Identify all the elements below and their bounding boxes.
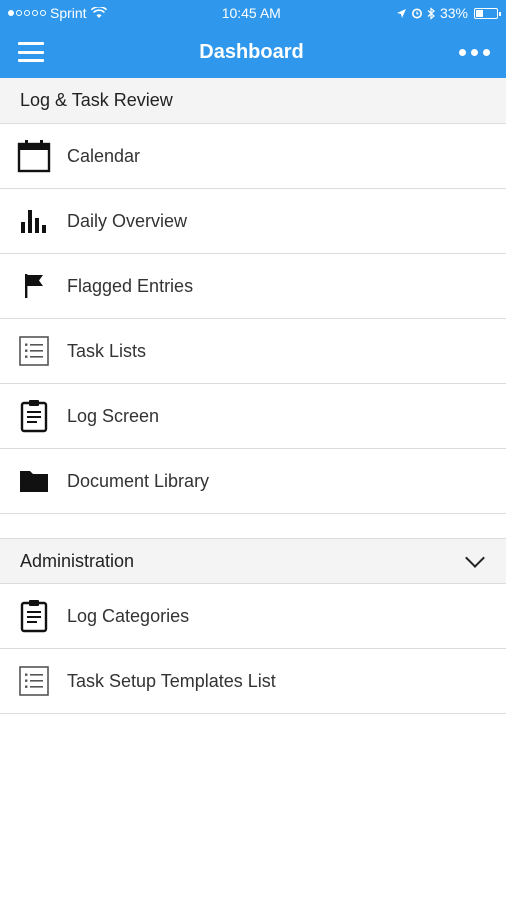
status-time: 10:45 AM	[221, 5, 281, 21]
menu-icon[interactable]	[18, 42, 44, 62]
bar-chart-icon	[16, 203, 52, 239]
wifi-icon	[90, 7, 107, 18]
status-right: 33%	[396, 5, 501, 21]
chevron-down-icon[interactable]	[465, 548, 485, 568]
bluetooth-icon	[427, 6, 435, 20]
battery-icon	[473, 7, 501, 19]
folder-icon	[16, 463, 52, 499]
list-item-label: Log Categories	[67, 605, 190, 626]
list-item-document-library[interactable]: Document Library	[0, 449, 506, 514]
nav-bar: Dashboard	[0, 26, 506, 78]
status-bar: Sprint 10:45 AM 33%	[0, 0, 506, 26]
alarm-icon	[411, 8, 422, 19]
list-item-task-lists[interactable]: Task Lists	[0, 319, 506, 384]
list-item-label: Task Lists	[67, 340, 147, 361]
page-title: Dashboard	[199, 40, 304, 63]
clipboard-icon	[16, 398, 52, 434]
list-item-label: Log Screen	[67, 405, 160, 426]
list-item-label: Task Setup Templates List	[67, 670, 276, 691]
section-title: Log & Task Review	[20, 90, 173, 110]
section-header-administration[interactable]: Administration	[0, 538, 506, 584]
list-item-label: Document Library	[67, 470, 210, 491]
section-title: Administration	[20, 550, 135, 571]
list-item-log-screen[interactable]: Log Screen	[0, 384, 506, 449]
signal-strength-icon	[8, 10, 46, 16]
list-item-log-categories[interactable]: Log Categories	[0, 584, 506, 649]
list-item-task-setup-templates[interactable]: Task Setup Templates List	[0, 649, 506, 714]
location-arrow-icon	[396, 8, 406, 18]
more-options-icon[interactable]	[459, 48, 490, 56]
calendar-icon	[16, 138, 52, 174]
section-header-log-task-review: Log & Task Review	[0, 78, 506, 124]
flag-icon	[16, 268, 52, 304]
status-left: Sprint	[8, 5, 107, 21]
clipboard-icon	[16, 598, 52, 634]
list-item-flagged-entries[interactable]: Flagged Entries	[0, 254, 506, 319]
list-item-daily-overview[interactable]: Daily Overview	[0, 189, 506, 254]
battery-percent: 33%	[439, 5, 468, 21]
list-item-label: Calendar	[67, 145, 141, 166]
list-item-label: Flagged Entries	[67, 275, 194, 296]
list-icon	[16, 663, 52, 699]
list-item-label: Daily Overview	[67, 210, 188, 231]
list-item-calendar[interactable]: Calendar	[0, 124, 506, 189]
carrier-name: Sprint	[50, 5, 87, 21]
list-icon	[16, 333, 52, 369]
